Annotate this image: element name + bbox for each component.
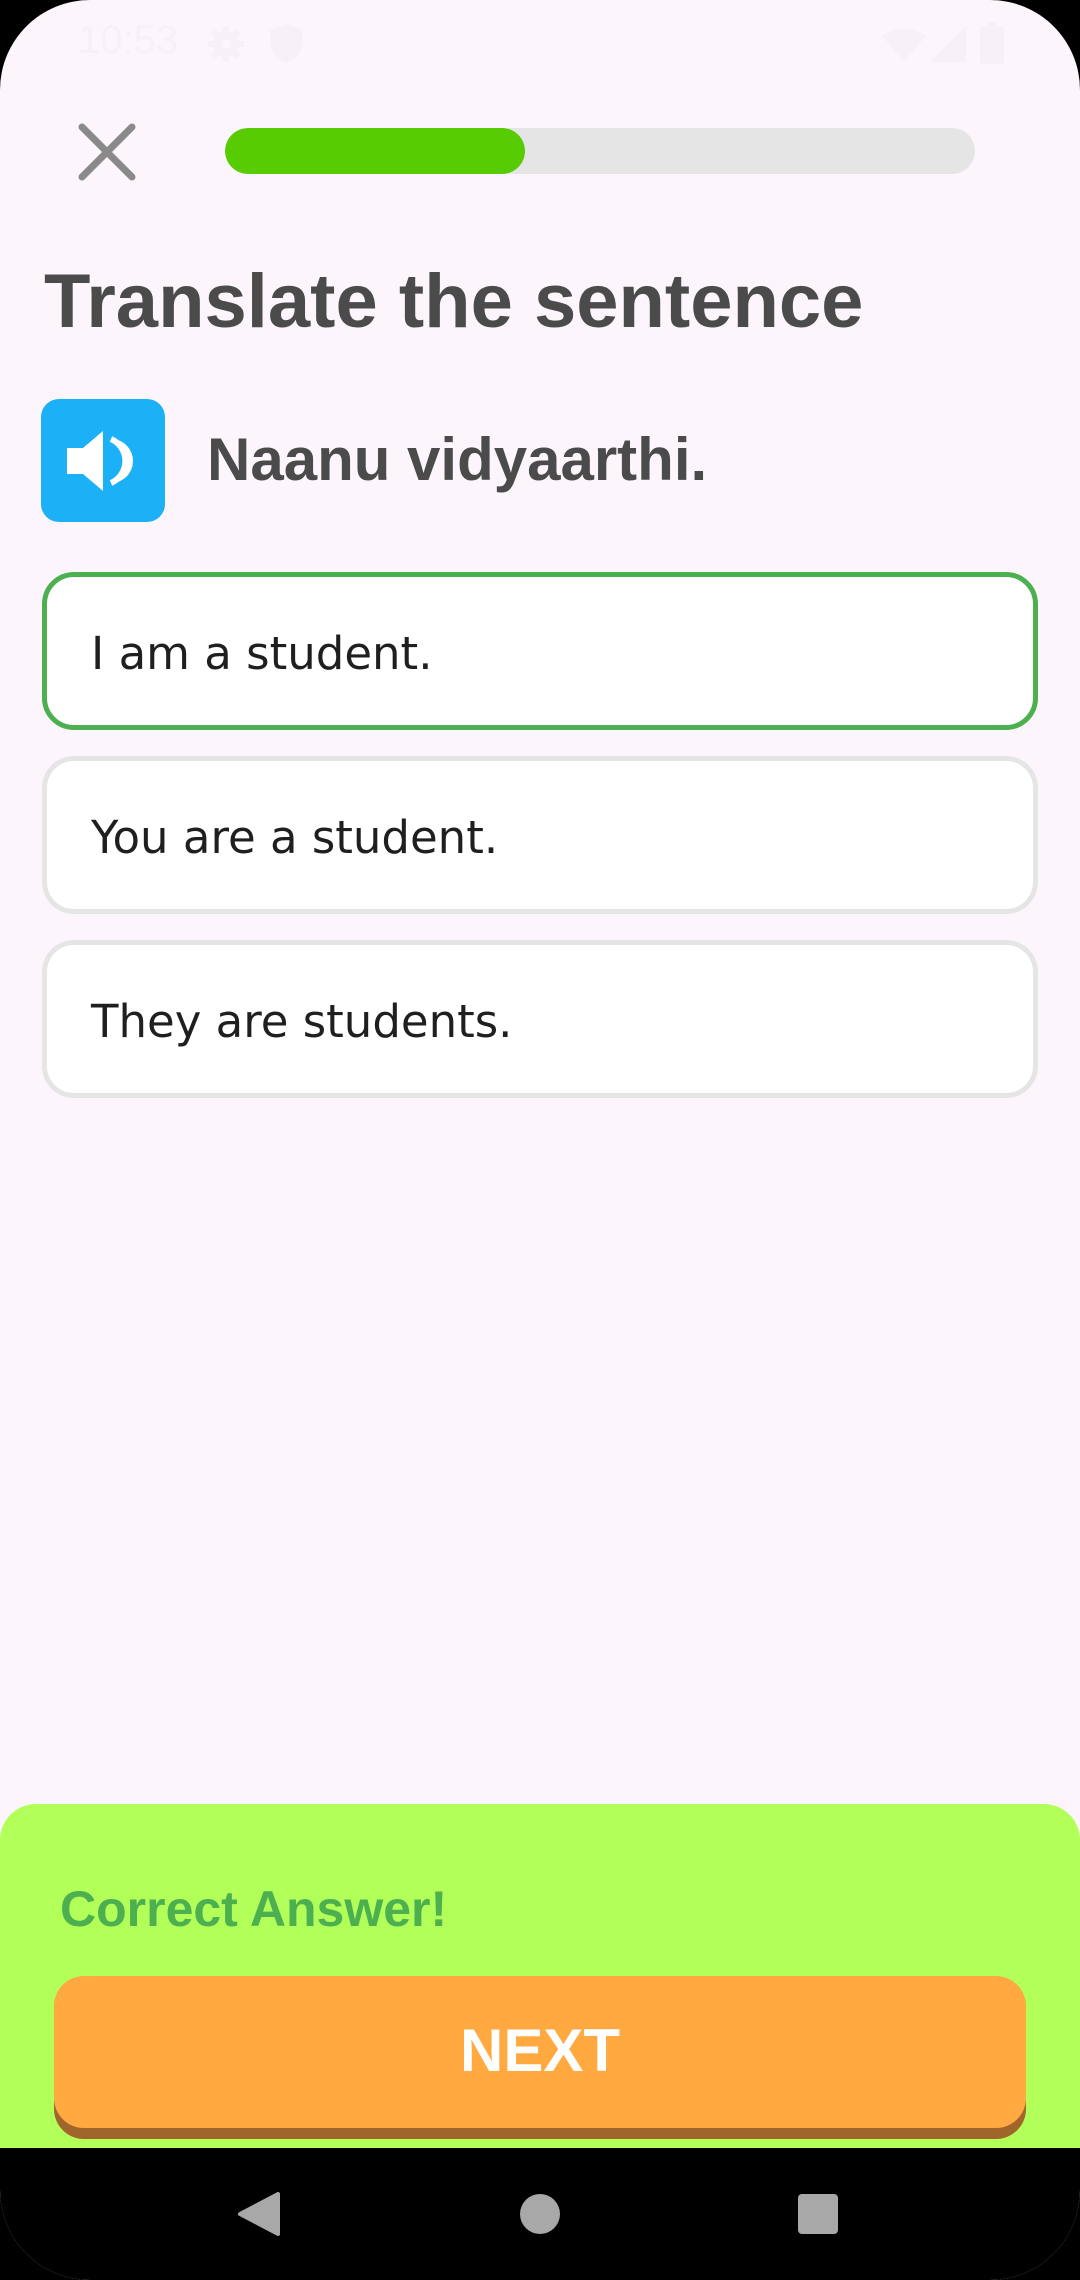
next-button-label: NEXT: [459, 2017, 621, 2084]
navigation-bar: [0, 2148, 1080, 2280]
next-button[interactable]: NEXT: [54, 1976, 1026, 2128]
wifi-icon: [882, 28, 926, 62]
answer-option-label: You are a student.: [91, 811, 499, 864]
lesson-progress-bar: [225, 128, 975, 174]
recents-icon[interactable]: [796, 2192, 840, 2236]
back-icon[interactable]: [236, 2190, 282, 2238]
feedback-panel: Correct Answer! NEXT: [0, 1804, 1080, 2150]
settings-icon: [208, 26, 244, 62]
prompt-sentence: Naanu vidyaarthi.: [207, 426, 708, 493]
answer-option-2[interactable]: You are a student.: [42, 756, 1038, 914]
status-bar: 10:53: [0, 0, 1080, 90]
home-icon[interactable]: [518, 2192, 562, 2236]
shield-icon: [270, 24, 302, 63]
answer-option-label: They are students.: [91, 995, 513, 1048]
status-time: 10:53: [78, 18, 179, 62]
close-icon: [78, 123, 136, 181]
cell-signal-icon: [930, 26, 966, 62]
exercise-title: Translate the sentence: [44, 259, 864, 344]
battery-icon: [980, 22, 1004, 64]
answer-option-3[interactable]: They are students.: [42, 940, 1038, 1098]
answer-option-1[interactable]: I am a student.: [42, 572, 1038, 730]
feedback-message: Correct Answer!: [60, 1881, 448, 1937]
close-button[interactable]: [70, 115, 144, 189]
answer-option-label: I am a student.: [91, 627, 433, 680]
play-audio-button[interactable]: [41, 399, 165, 522]
app-screen: 10:53 Translate the sentence Naanu vidya…: [0, 0, 1080, 2280]
lesson-progress-fill: [225, 128, 525, 174]
speaker-icon: [67, 431, 133, 491]
